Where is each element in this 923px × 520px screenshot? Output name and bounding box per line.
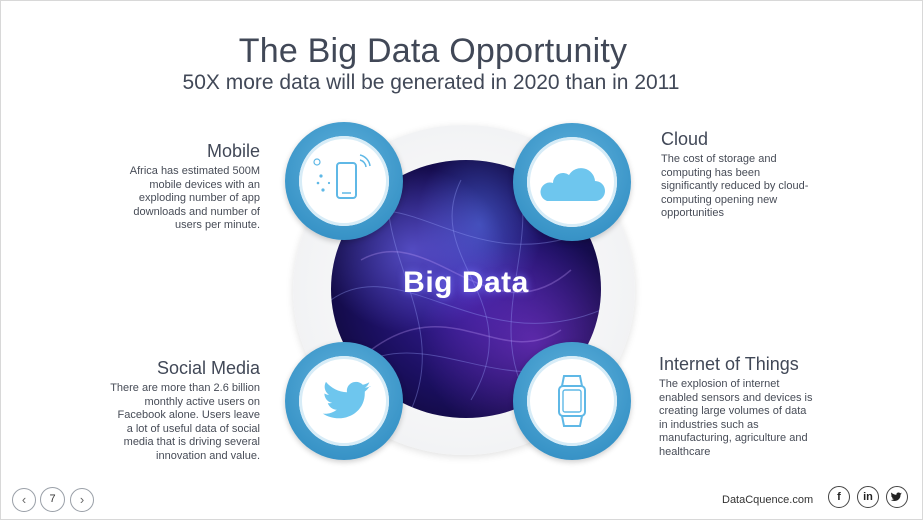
chevron-left-icon: ‹ [21,492,27,507]
twitter-button[interactable] [886,486,908,508]
twitter-icon [890,492,902,502]
big-data-label: Big Data [403,266,529,299]
cloud-badge [513,123,631,241]
social-media-description: There are more than 2.6 billion monthly … [110,382,260,462]
social-badge [285,342,403,460]
social-media-heading: Social Media [156,358,260,378]
mobile-badge [285,122,403,240]
social-media-section: Social Media There are more than 2.6 bil… [110,358,260,464]
previous-slide-button[interactable]: ‹ [12,488,36,512]
cloud-icon [540,168,605,201]
chevron-right-icon: › [79,492,85,507]
smartwatch-icon [558,375,586,427]
twitter-bird-icon [322,381,371,419]
facebook-button[interactable]: f [828,486,850,508]
iot-heading: Internet of Things [659,354,799,374]
cloud-description: The cost of storage and computing has be… [661,153,809,220]
brand-link[interactable]: DataCquence.com [722,494,813,506]
iot-description: The explosion of internet enabled sensor… [659,378,813,458]
smartphone-icon [313,154,371,199]
iot-section: Internet of Things The explosion of inte… [659,354,814,460]
mobile-section: Mobile Africa has estimated 500M mobile … [110,141,260,233]
facebook-icon: f [837,491,841,503]
cloud-section: Cloud The cost of storage and computing … [661,129,811,221]
mobile-description: Africa has estimated 500M mobile devices… [129,165,260,232]
page-number-indicator[interactable]: 7 [40,487,65,512]
next-slide-button[interactable]: › [70,488,94,512]
linkedin-button[interactable]: in [857,486,879,508]
slide-title: The Big Data Opportunity [238,32,628,70]
slide-subtitle: 50X more data will be generated in 2020 … [182,71,680,94]
cloud-heading: Cloud [661,129,709,149]
slide: The Big Data Opportunity 50X more data w… [0,0,923,520]
mobile-heading: Mobile [206,141,260,161]
iot-badge [513,342,631,460]
linkedin-icon: in [863,491,873,503]
